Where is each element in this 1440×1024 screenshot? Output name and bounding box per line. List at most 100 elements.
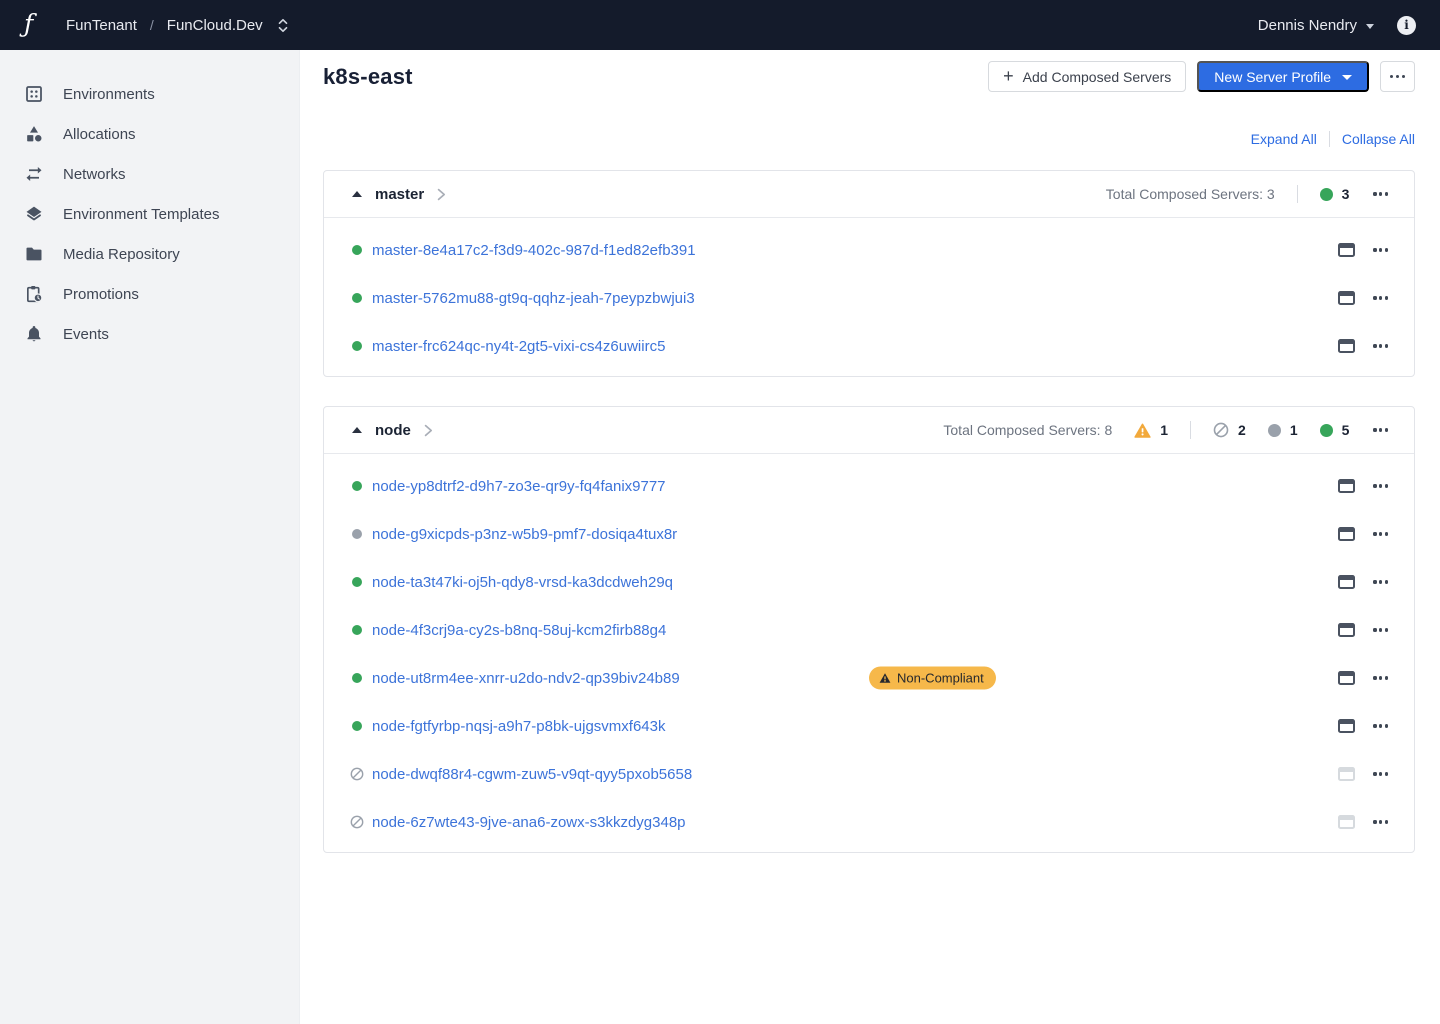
sidebar-item-environments[interactable]: Environments (0, 74, 299, 114)
server-row: master-8e4a17c2-f3d9-402c-987d-f1ed82efb… (324, 226, 1414, 274)
server-menu-button[interactable] (1371, 575, 1390, 588)
server-row: master-5762mu88-gt9q-qqhz-jeah-7peypzbwj… (324, 274, 1414, 322)
group-menu-button[interactable] (1371, 187, 1390, 200)
server-menu-button[interactable] (1371, 291, 1390, 304)
expand-all-link[interactable]: Expand All (1251, 131, 1317, 147)
healthy-dot-icon (352, 577, 362, 587)
server-menu-button[interactable] (1371, 767, 1390, 780)
chevron-right-icon[interactable] (424, 424, 433, 437)
status-blocked (352, 815, 372, 829)
server-menu-button[interactable] (1371, 479, 1390, 492)
user-name: Dennis Nendry (1258, 17, 1357, 34)
server-link[interactable]: node-ta3t47ki-oj5h-qdy8-vrsd-ka3dcdweh29… (372, 574, 673, 591)
server-row: node-6z7wte43-9jve-ana6-zowx-s3kkzdyg348… (324, 798, 1414, 846)
group-name[interactable]: node (375, 422, 411, 439)
server-link[interactable]: node-ut8rm4ee-xnrr-u2do-ndv2-qp39biv24b8… (372, 670, 680, 687)
sidebar-item-promotions[interactable]: Promotions (0, 274, 299, 314)
server-rows: master-8e4a17c2-f3d9-402c-987d-f1ed82efb… (324, 218, 1414, 376)
server-link[interactable]: master-frc624qc-ny4t-2gt5-vixi-cs4z6uwii… (372, 338, 665, 355)
collapse-toggle-icon[interactable] (352, 191, 362, 197)
server-row: node-yp8dtrf2-d9h7-zo3e-qr9y-fq4fanix977… (324, 462, 1414, 510)
healthy-dot-icon (352, 625, 362, 635)
chevron-down-icon (1366, 24, 1374, 29)
server-row-actions (1338, 575, 1390, 589)
server-menu-button[interactable] (1371, 623, 1390, 636)
server-row: node-4f3crj9a-cy2s-b8nq-58uj-kcm2firb88g… (324, 606, 1414, 654)
server-link[interactable]: node-g9xicpds-p3nz-w5b9-pmf7-dosiqa4tux8… (372, 526, 677, 543)
group-total-label: Total Composed Servers: 3 (1106, 186, 1275, 202)
sidebar-item-label: Media Repository (63, 246, 180, 263)
ellipsis-icon (1388, 70, 1407, 83)
blocked-circle-icon (352, 767, 364, 781)
server-row: master-frc624qc-ny4t-2gt5-vixi-cs4z6uwii… (324, 322, 1414, 370)
server-menu-button[interactable] (1371, 243, 1390, 256)
server-menu-button[interactable] (1371, 671, 1390, 684)
server-menu-button[interactable] (1371, 815, 1390, 828)
add-composed-servers-button[interactable]: + Add Composed Servers (988, 61, 1186, 92)
group-menu-button[interactable] (1371, 423, 1390, 436)
new-server-profile-button[interactable]: New Server Profile (1197, 61, 1369, 92)
server-row-actions (1338, 291, 1390, 305)
sidebar-item-networks[interactable]: Networks (0, 154, 299, 194)
page-title: k8s-east (323, 64, 413, 90)
server-row-actions (1338, 479, 1390, 493)
healthy-count: 5 (1320, 422, 1350, 438)
sidebar-item-media-repository[interactable]: Media Repository (0, 234, 299, 274)
unfold-more-icon (277, 17, 289, 34)
server-link[interactable]: node-4f3crj9a-cy2s-b8nq-58uj-kcm2firb88g… (372, 622, 666, 639)
blocked-circle-icon (1213, 422, 1229, 438)
tenant-project-switcher[interactable]: FunTenant / FunCloud.Dev (66, 17, 289, 34)
server-link[interactable]: node-yp8dtrf2-d9h7-zo3e-qr9y-fq4fanix977… (372, 478, 666, 495)
server-menu-button[interactable] (1371, 527, 1390, 540)
server-link[interactable]: node-6z7wte43-9jve-ana6-zowx-s3kkzdyg348… (372, 814, 686, 831)
templates-layers-icon (24, 204, 44, 224)
console-window-icon[interactable] (1338, 339, 1355, 353)
idle-count: 1 (1268, 422, 1298, 438)
server-group-panel: masterTotal Composed Servers: 33master-8… (323, 170, 1415, 377)
user-menu[interactable]: Dennis Nendry (1258, 17, 1374, 34)
sidebar: EnvironmentsAllocationsNetworksEnvironme… (0, 50, 300, 1024)
group-header: nodeTotal Composed Servers: 81215 (324, 407, 1414, 454)
sidebar-item-events[interactable]: Events (0, 314, 299, 354)
clipboard-clock-icon (24, 284, 44, 304)
console-window-icon[interactable] (1338, 719, 1355, 733)
healthy-dot-icon (352, 245, 362, 255)
server-row: node-g9xicpds-p3nz-w5b9-pmf7-dosiqa4tux8… (324, 510, 1414, 558)
console-window-icon (1338, 767, 1355, 781)
collapse-all-link[interactable]: Collapse All (1342, 131, 1415, 147)
healthy-dot-icon (352, 293, 362, 303)
console-window-icon[interactable] (1338, 671, 1355, 685)
server-link[interactable]: master-8e4a17c2-f3d9-402c-987d-f1ed82efb… (372, 242, 696, 259)
server-link[interactable]: master-5762mu88-gt9q-qqhz-jeah-7peypzbwj… (372, 290, 695, 307)
console-window-icon[interactable] (1338, 243, 1355, 257)
allocations-shapes-icon (24, 124, 44, 144)
page-more-menu-button[interactable] (1380, 61, 1415, 92)
healthy-dot-icon (352, 673, 362, 683)
badge-warning-triangle-icon (879, 673, 891, 684)
non-compliant-badge: Non-Compliant (869, 667, 996, 690)
status-healthy (352, 245, 372, 255)
tenant-name: FunTenant (66, 17, 137, 34)
server-menu-button[interactable] (1371, 339, 1390, 352)
console-window-icon[interactable] (1338, 575, 1355, 589)
server-row-actions (1338, 767, 1390, 781)
healthy-dot-icon (1320, 188, 1333, 201)
chevron-right-icon[interactable] (437, 188, 446, 201)
title-row: k8s-east + Add Composed Servers New Serv… (323, 61, 1415, 92)
sidebar-item-allocations[interactable]: Allocations (0, 114, 299, 154)
console-window-icon[interactable] (1338, 479, 1355, 493)
healthy-dot-icon (352, 341, 362, 351)
sidebar-item-environment-templates[interactable]: Environment Templates (0, 194, 299, 234)
console-window-icon[interactable] (1338, 527, 1355, 541)
server-row-actions (1338, 671, 1390, 685)
server-menu-button[interactable] (1371, 719, 1390, 732)
server-link[interactable]: node-dwqf88r4-cgwm-zuw5-v9qt-qyy5pxob565… (372, 766, 692, 783)
server-link[interactable]: node-fgtfyrbp-nqsj-a9h7-p8bk-ujgsvmxf643… (372, 718, 666, 735)
collapse-toggle-icon[interactable] (352, 427, 362, 433)
server-row: node-fgtfyrbp-nqsj-a9h7-p8bk-ujgsvmxf643… (324, 702, 1414, 750)
group-name[interactable]: master (375, 186, 424, 203)
console-window-icon[interactable] (1338, 291, 1355, 305)
console-window-icon[interactable] (1338, 623, 1355, 637)
info-icon[interactable]: i (1397, 16, 1416, 35)
idle-dot-icon (1268, 424, 1281, 437)
